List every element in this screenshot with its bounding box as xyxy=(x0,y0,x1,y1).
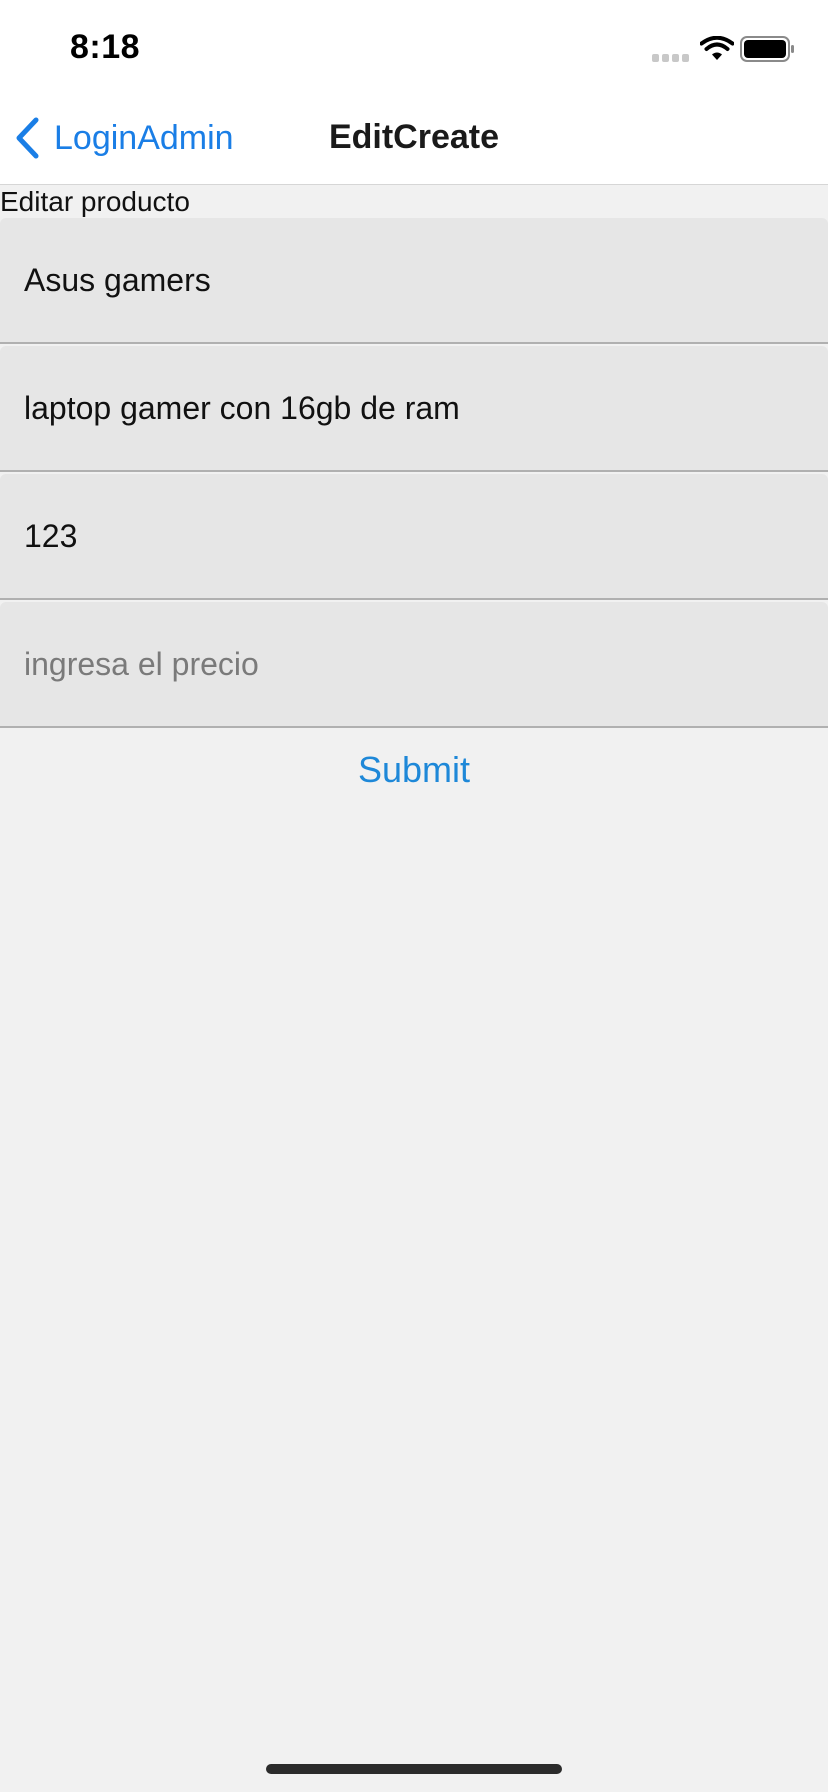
status-bar: 8:18 xyxy=(0,0,828,92)
product-price-input[interactable] xyxy=(0,602,828,728)
form-heading: Editar producto xyxy=(0,186,190,217)
submit-button[interactable]: Submit xyxy=(0,740,828,800)
battery-icon xyxy=(740,36,794,62)
signal-dots-icon xyxy=(652,54,689,62)
navigation-bar: LoginAdmin EditCreate xyxy=(0,92,828,185)
home-indicator[interactable] xyxy=(266,1764,562,1774)
product-description-input[interactable] xyxy=(0,346,828,472)
chevron-left-icon xyxy=(16,117,39,159)
product-quantity-input[interactable] xyxy=(0,474,828,600)
back-button-label: LoginAdmin xyxy=(54,118,234,157)
product-name-input[interactable] xyxy=(0,218,828,344)
status-time: 8:18 xyxy=(70,28,141,66)
back-button[interactable]: LoginAdmin xyxy=(14,116,234,160)
wifi-icon xyxy=(700,36,734,60)
